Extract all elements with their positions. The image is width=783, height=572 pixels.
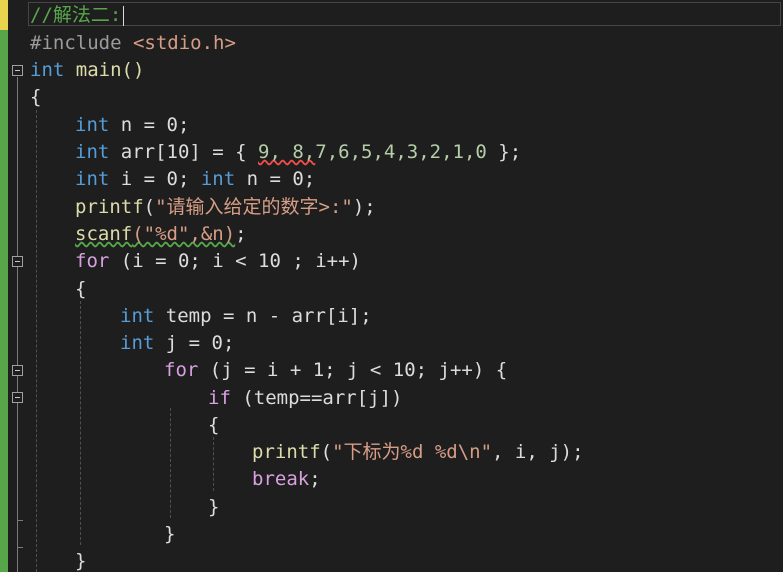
string-literal: "请输入给定的数字>:"	[155, 196, 353, 218]
brace: {	[208, 414, 220, 436]
paren: );	[352, 196, 376, 218]
type-keyword: int	[120, 305, 155, 327]
collapse-if-icon[interactable]	[12, 392, 23, 403]
control-keyword: for	[164, 359, 199, 381]
code-line-2: #include <stdio.h>	[30, 30, 236, 57]
outline-end-main	[17, 547, 23, 548]
code-editor[interactable]: //解法二: #include <stdio.h> int main() { i…	[0, 0, 783, 572]
indent-guide-if	[213, 437, 214, 491]
function-call[interactable]: scanf	[75, 223, 132, 245]
code-line-11: {	[75, 276, 86, 303]
control-keyword: for	[75, 250, 110, 272]
collapse-main-icon[interactable]	[12, 65, 23, 76]
call-arguments: , i, j);	[492, 441, 584, 463]
statement: temp = n - arr[i];	[154, 305, 372, 327]
code-line-14: for (j = i + 1; j < 10; j++) {	[164, 357, 507, 384]
array-values: 7,6,5,4,3,2,1,0	[315, 141, 487, 163]
indent-guide-for-inner	[170, 408, 171, 518]
brace: }	[208, 496, 220, 518]
function-call: printf	[252, 441, 321, 463]
statement: (i = 0; i < 10 ; i++)	[109, 250, 361, 272]
include-header: <stdio.h>	[132, 32, 236, 54]
code-line-16: {	[208, 412, 219, 439]
indent-guide-main	[36, 110, 37, 572]
code-line-3: int main()	[30, 57, 144, 84]
statement: (j = i + 1; j < 10; j++) {	[198, 359, 508, 381]
brace: {	[30, 86, 42, 108]
code-line-5: int n = 0;	[75, 112, 189, 139]
type-keyword: int	[75, 141, 110, 163]
call-arguments[interactable]: ("%d",&n)	[132, 223, 235, 245]
code-line-17: printf("下标为%d %d\n", i, j);	[252, 439, 584, 466]
code-line-8: printf("请输入给定的数字>:");	[75, 194, 376, 221]
brace: }	[75, 550, 87, 572]
code-line-7: int i = 0; int n = 0;	[75, 166, 315, 193]
code-line-1: //解法二:	[30, 2, 125, 29]
code-line-18: break;	[252, 466, 321, 493]
control-keyword: if	[208, 387, 231, 409]
brace: }	[164, 523, 176, 545]
error-squiggle-values[interactable]: 9, 8,	[258, 141, 315, 163]
statement: i = 0;	[109, 168, 201, 190]
preprocessor-directive: #include	[30, 32, 133, 54]
type-keyword: int	[75, 114, 110, 136]
statement: n = 0;	[235, 168, 316, 190]
indent-guide-for-outer	[80, 301, 81, 545]
array-declaration: arr[10] = {	[109, 141, 259, 163]
code-line-9: scanf("%d",&n);	[75, 221, 247, 248]
statement: (temp==arr[j])	[230, 387, 403, 409]
code-line-6: int arr[10] = { 9, 8,7,6,5,4,3,2,1,0 };	[75, 139, 521, 166]
paren: (	[320, 441, 333, 463]
code-line-13: int j = 0;	[120, 330, 234, 357]
collapse-for-inner-icon[interactable]	[12, 365, 23, 376]
current-line-highlight	[28, 2, 781, 26]
code-line-10: for (i = 0; i < 10 ; i++)	[75, 248, 361, 275]
change-tracking-bar	[0, 0, 8, 572]
string-literal: "下标为%d %d\n"	[332, 441, 493, 463]
code-line-20: }	[164, 521, 175, 548]
function-name: main()	[64, 59, 145, 81]
statement: n = 0;	[109, 114, 190, 136]
type-keyword: int	[120, 332, 155, 354]
statement: j = 0;	[154, 332, 235, 354]
statement-end: };	[486, 141, 522, 163]
outline-end-for-outer	[17, 520, 23, 521]
unsaved-change-marker	[0, 0, 8, 30]
outlining-margin	[8, 0, 28, 572]
statement-end: ;	[235, 223, 247, 245]
type-keyword: int	[75, 168, 110, 190]
paren: (	[143, 196, 156, 218]
type-keyword: int	[30, 59, 65, 81]
outline-line-main	[17, 77, 18, 572]
brace: {	[75, 278, 87, 300]
function-call: printf	[75, 196, 144, 218]
type-keyword: int	[200, 168, 236, 190]
control-keyword: break	[252, 468, 310, 490]
code-line-21: }	[75, 548, 86, 572]
code-line-4: {	[30, 84, 41, 111]
code-line-12: int temp = n - arr[i];	[120, 303, 372, 330]
comment: //解法二:	[30, 4, 122, 26]
code-line-15: if (temp==arr[j])	[208, 385, 402, 412]
text-caret	[123, 5, 125, 26]
statement-end: ;	[309, 468, 321, 490]
code-line-19: }	[208, 494, 219, 521]
collapse-for-outer-icon[interactable]	[12, 256, 23, 267]
